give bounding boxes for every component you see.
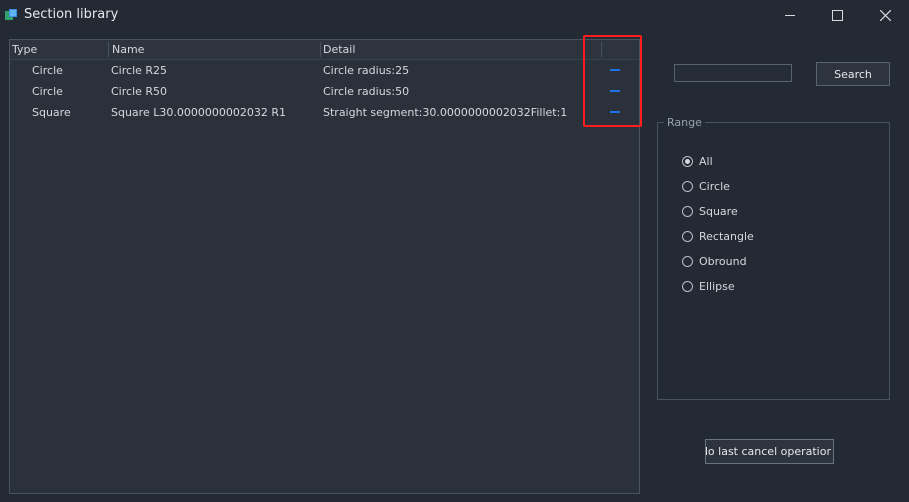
radio-label: Rectangle: [699, 230, 754, 243]
radio-label: All: [699, 155, 713, 168]
column-divider[interactable]: [108, 42, 109, 57]
radio-unchecked-icon: [682, 231, 693, 242]
column-header-type[interactable]: Type: [12, 43, 37, 56]
radio-checked-icon: [682, 156, 693, 167]
row-type: Circle: [32, 64, 63, 77]
table-row[interactable]: Square Square L30.0000000002032 R1 Strai…: [10, 102, 639, 123]
minimize-icon: [785, 15, 795, 16]
minimize-button[interactable]: [767, 0, 813, 31]
radio-unchecked-icon: [682, 206, 693, 217]
highlight-box: [583, 35, 642, 127]
radio-label: Circle: [699, 180, 730, 193]
maximize-icon: [831, 10, 843, 21]
table-row[interactable]: Circle Circle R50 Circle radius:50: [10, 81, 639, 102]
undo-button-label: Jndo last cancel operatior: [706, 445, 831, 458]
table-row[interactable]: Circle Circle R25 Circle radius:25: [10, 60, 639, 81]
row-type: Circle: [32, 85, 63, 98]
close-button[interactable]: [862, 0, 908, 31]
column-divider[interactable]: [320, 42, 321, 57]
search-input[interactable]: [674, 64, 792, 82]
row-name: Square L30.0000000002032 R1: [111, 106, 286, 119]
app-icon: [5, 9, 17, 20]
section-table: Type Name Detail Circle Circle R25 Circl…: [9, 39, 640, 494]
close-icon: [879, 10, 891, 21]
radio-label: Ellipse: [699, 280, 735, 293]
radio-unchecked-icon: [682, 256, 693, 267]
row-name: Circle R25: [111, 64, 168, 77]
row-name: Circle R50: [111, 85, 168, 98]
row-detail: Circle radius:50: [323, 85, 410, 98]
column-header-detail[interactable]: Detail: [323, 43, 355, 56]
radio-label: Square: [699, 205, 738, 218]
window-title: Section library: [24, 7, 119, 22]
row-type: Square: [32, 106, 71, 119]
title-bar: Section library: [0, 0, 909, 31]
range-legend: Range: [664, 116, 705, 129]
row-detail: Circle radius:25: [323, 64, 410, 77]
table-header: Type Name Detail: [10, 40, 639, 60]
radio-unchecked-icon: [682, 181, 693, 192]
radio-unchecked-icon: [682, 281, 693, 292]
undo-button[interactable]: Jndo last cancel operatior: [705, 439, 834, 464]
radio-label: Obround: [699, 255, 747, 268]
column-header-name[interactable]: Name: [112, 43, 144, 56]
row-detail: Straight segment:30.0000000002032Fillet:…: [323, 106, 568, 119]
maximize-button[interactable]: [814, 0, 860, 31]
search-button[interactable]: Search: [816, 62, 890, 86]
